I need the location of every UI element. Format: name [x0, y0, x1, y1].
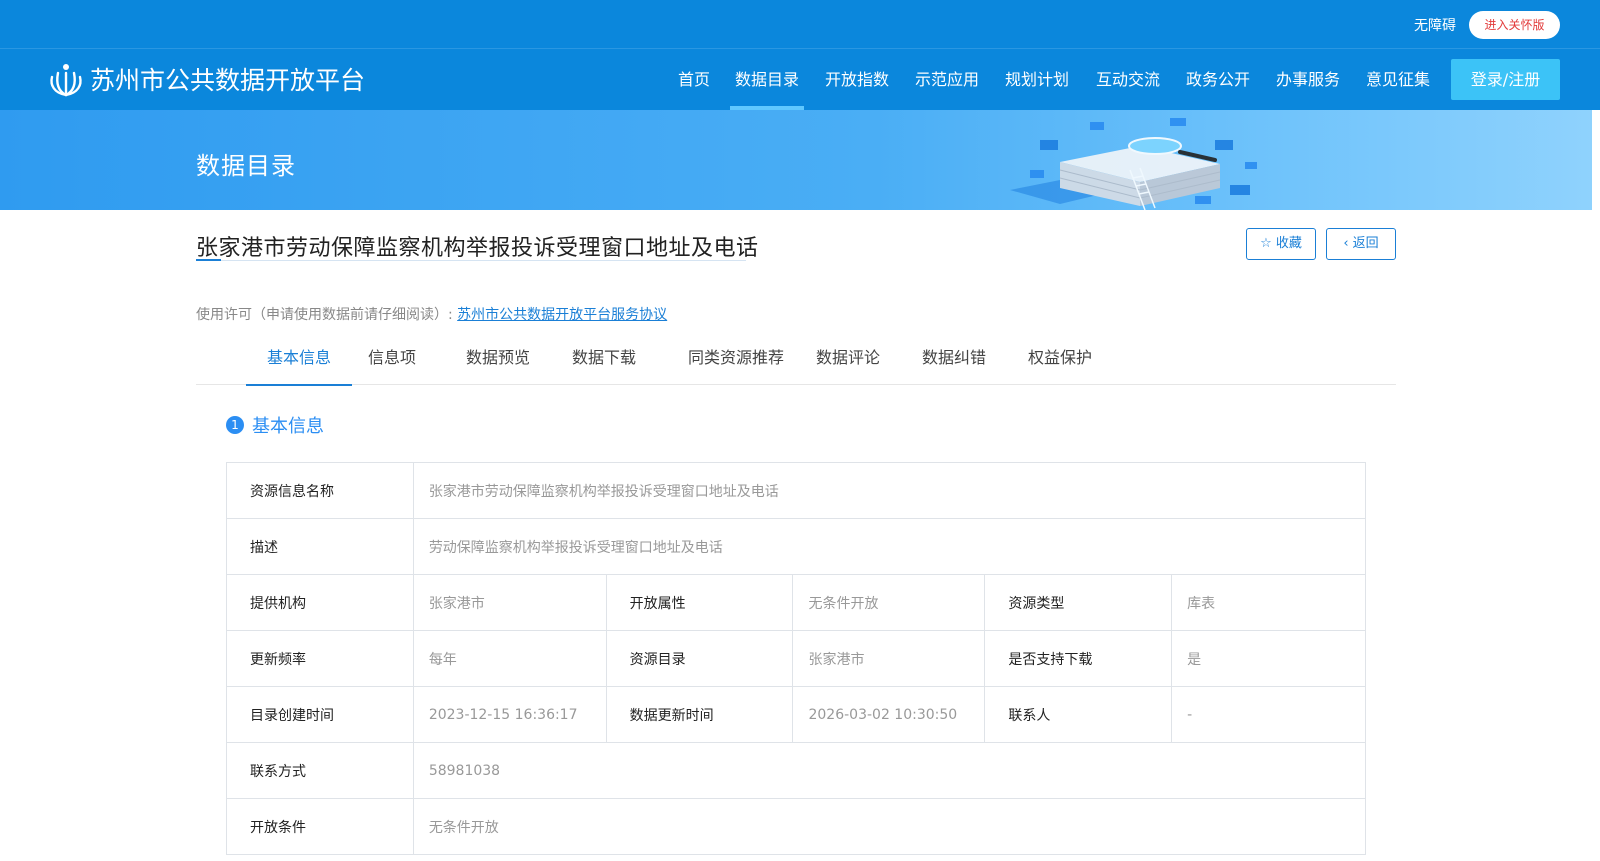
detail-tabs: 基本信息 信息项 数据预览 数据下载 同类资源推荐 数据评论 数据纠错 权益保护: [196, 343, 1396, 386]
info-label: 是否支持下载: [984, 630, 1173, 687]
back-label: 返回: [1352, 236, 1379, 251]
info-value: 是: [1171, 630, 1366, 687]
accessibility-link[interactable]: 无障碍: [1414, 15, 1456, 35]
back-button[interactable]: ‹ 返回: [1326, 228, 1396, 260]
table-row: 描述 劳动保障监察机构举报投诉受理窗口地址及电话: [226, 518, 1367, 575]
info-value: 2023-12-15 16:36:17: [412, 686, 607, 743]
info-label: 开放属性: [605, 574, 794, 631]
info-value: 张家港市: [412, 574, 607, 631]
login-register-button[interactable]: 登录/注册: [1451, 59, 1560, 100]
table-row: 提供机构 张家港市 开放属性 无条件开放 资源类型 库表: [226, 574, 1366, 631]
info-label: 更新频率: [226, 630, 414, 687]
section-heading: 1 基本信息: [226, 412, 324, 438]
chevron-left-icon: ‹: [1343, 236, 1349, 251]
site-title: 苏州市公共数据开放平台: [90, 66, 366, 95]
nav-item-demo-apps[interactable]: 示范应用: [913, 49, 981, 110]
section-number-badge: 1: [226, 416, 244, 434]
tab-basic-info[interactable]: 基本信息: [246, 343, 352, 386]
logo-icon: [50, 64, 82, 97]
info-value: 每年: [412, 630, 607, 687]
tab-data-download[interactable]: 数据下载: [568, 343, 640, 385]
info-value: -: [1171, 686, 1366, 743]
table-row: 更新频率 每年 资源目录 张家港市 是否支持下载 是: [226, 630, 1366, 687]
nav-item-interaction[interactable]: 互动交流: [1094, 49, 1162, 110]
info-value: 张家港市: [792, 630, 986, 687]
info-label: 资源目录: [605, 630, 794, 687]
section-title: 基本信息: [252, 416, 324, 437]
service-agreement-link[interactable]: 苏州市公共数据开放平台服务协议: [457, 307, 667, 323]
license-prefix: 使用许可（申请使用数据前请仔细阅读）:: [196, 307, 458, 323]
info-label: 提供机构: [226, 574, 414, 631]
title-underline-accent: [196, 259, 221, 261]
info-label: 目录创建时间: [226, 686, 414, 743]
info-value: 张家港市劳动保障监察机构举报投诉受理窗口地址及电话: [412, 462, 1367, 519]
table-row: 联系方式 58981038: [226, 742, 1367, 799]
tab-data-preview[interactable]: 数据预览: [462, 343, 534, 385]
tab-info-items[interactable]: 信息项: [365, 343, 419, 385]
nav-item-feedback[interactable]: 意见征集: [1364, 49, 1432, 110]
info-value: 58981038: [412, 742, 1367, 799]
tab-data-comments[interactable]: 数据评论: [812, 343, 884, 385]
info-label: 联系人: [984, 686, 1173, 743]
nav-item-open-index[interactable]: 开放指数: [823, 49, 891, 110]
banner-title: 数据目录: [196, 152, 296, 180]
nav-item-plans[interactable]: 规划计划: [1003, 49, 1071, 110]
info-label: 数据更新时间: [605, 686, 794, 743]
nav-item-data-catalog[interactable]: 数据目录: [730, 49, 804, 110]
page-banner: 数据目录: [0, 110, 1592, 210]
star-icon: ☆: [1260, 236, 1272, 251]
tab-similar-resources[interactable]: 同类资源推荐: [672, 343, 800, 385]
nav-item-gov-affairs[interactable]: 政务公开: [1184, 49, 1252, 110]
info-value: 库表: [1171, 574, 1366, 631]
info-label: 联系方式: [226, 742, 414, 799]
info-label: 资源信息名称: [226, 462, 414, 519]
info-label: 开放条件: [226, 798, 414, 855]
info-value: 无条件开放: [792, 574, 986, 631]
info-value: 无条件开放: [412, 798, 1367, 855]
table-row: 目录创建时间 2023-12-15 16:36:17 数据更新时间 2026-0…: [226, 686, 1366, 743]
table-row: 开放条件 无条件开放: [226, 798, 1367, 855]
main-navbar: 苏州市公共数据开放平台 首页 数据目录 开放指数 示范应用 规划计划 互动交流 …: [0, 49, 1600, 110]
tab-rights-protection[interactable]: 权益保护: [1024, 343, 1096, 385]
info-label: 描述: [226, 518, 414, 575]
page-title: 张家港市劳动保障监察机构举报投诉受理窗口地址及电话: [196, 236, 759, 261]
info-label: 资源类型: [984, 574, 1173, 631]
title-underline: [196, 260, 746, 261]
info-value: 劳动保障监察机构举报投诉受理窗口地址及电话: [412, 518, 1367, 575]
basic-info-table: 资源信息名称 张家港市劳动保障监察机构举报投诉受理窗口地址及电话 描述 劳动保障…: [226, 462, 1367, 855]
favorite-label: 收藏: [1275, 236, 1302, 251]
top-utility-bar: 无障碍 进入关怀版: [0, 0, 1600, 49]
favorite-button[interactable]: ☆ 收藏: [1246, 228, 1316, 260]
care-mode-button[interactable]: 进入关怀版: [1469, 11, 1560, 39]
nav-item-services[interactable]: 办事服务: [1274, 49, 1342, 110]
tab-data-correction[interactable]: 数据纠错: [918, 343, 990, 385]
table-row: 资源信息名称 张家港市劳动保障监察机构举报投诉受理窗口地址及电话: [226, 462, 1367, 519]
site-logo[interactable]: 苏州市公共数据开放平台: [48, 61, 365, 97]
data-illustration-icon: [1010, 118, 1257, 210]
info-value: 2026-03-02 10:30:50: [792, 686, 986, 743]
license-notice: 使用许可（申请使用数据前请仔细阅读）: 苏州市公共数据开放平台服务协议: [196, 304, 667, 324]
nav-item-home[interactable]: 首页: [676, 49, 712, 110]
